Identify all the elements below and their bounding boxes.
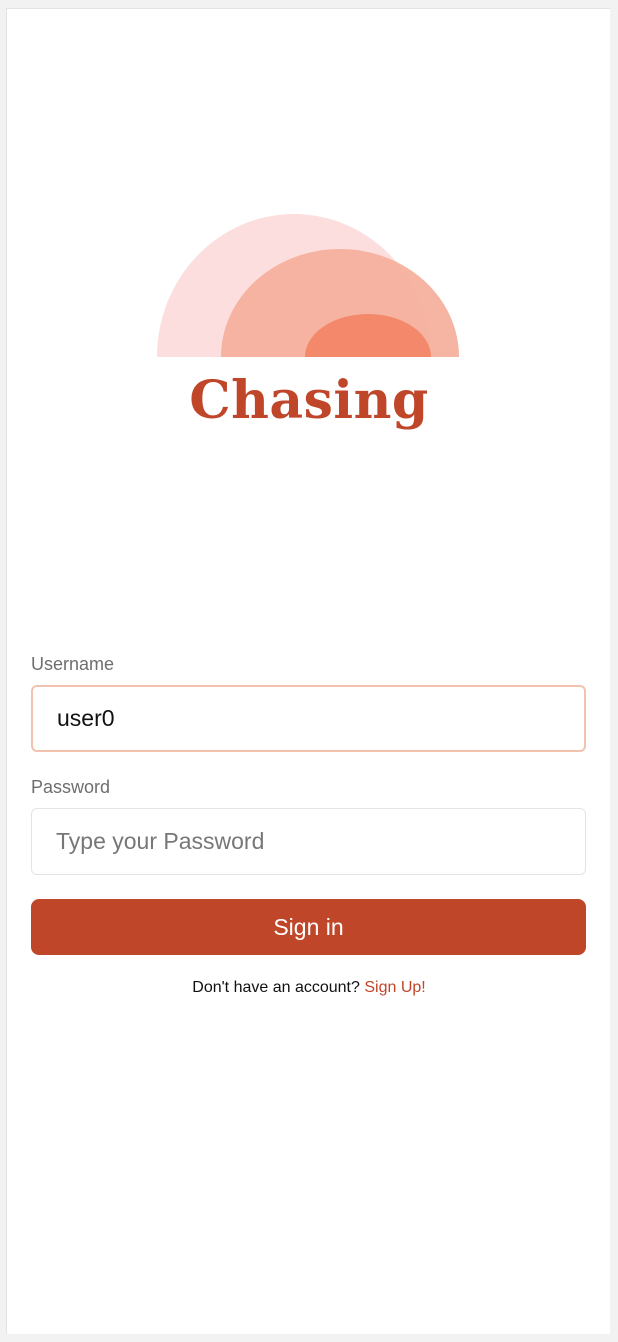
password-input[interactable] bbox=[31, 808, 586, 875]
signup-prompt-row: Don't have an account? Sign Up! bbox=[7, 979, 611, 997]
password-label: Password bbox=[31, 777, 111, 797]
logo-arcs-icon bbox=[157, 212, 461, 357]
brand-title: Chasing bbox=[189, 370, 429, 431]
username-label: Username bbox=[31, 654, 115, 674]
sign-in-button[interactable]: Sign in bbox=[31, 899, 586, 955]
signup-prompt-text: Don't have an account? bbox=[192, 979, 360, 996]
username-input[interactable] bbox=[31, 685, 586, 752]
sign-up-link[interactable]: Sign Up! bbox=[364, 979, 425, 996]
page-container: Chasing Username Password Sign in Don't … bbox=[6, 8, 610, 1334]
